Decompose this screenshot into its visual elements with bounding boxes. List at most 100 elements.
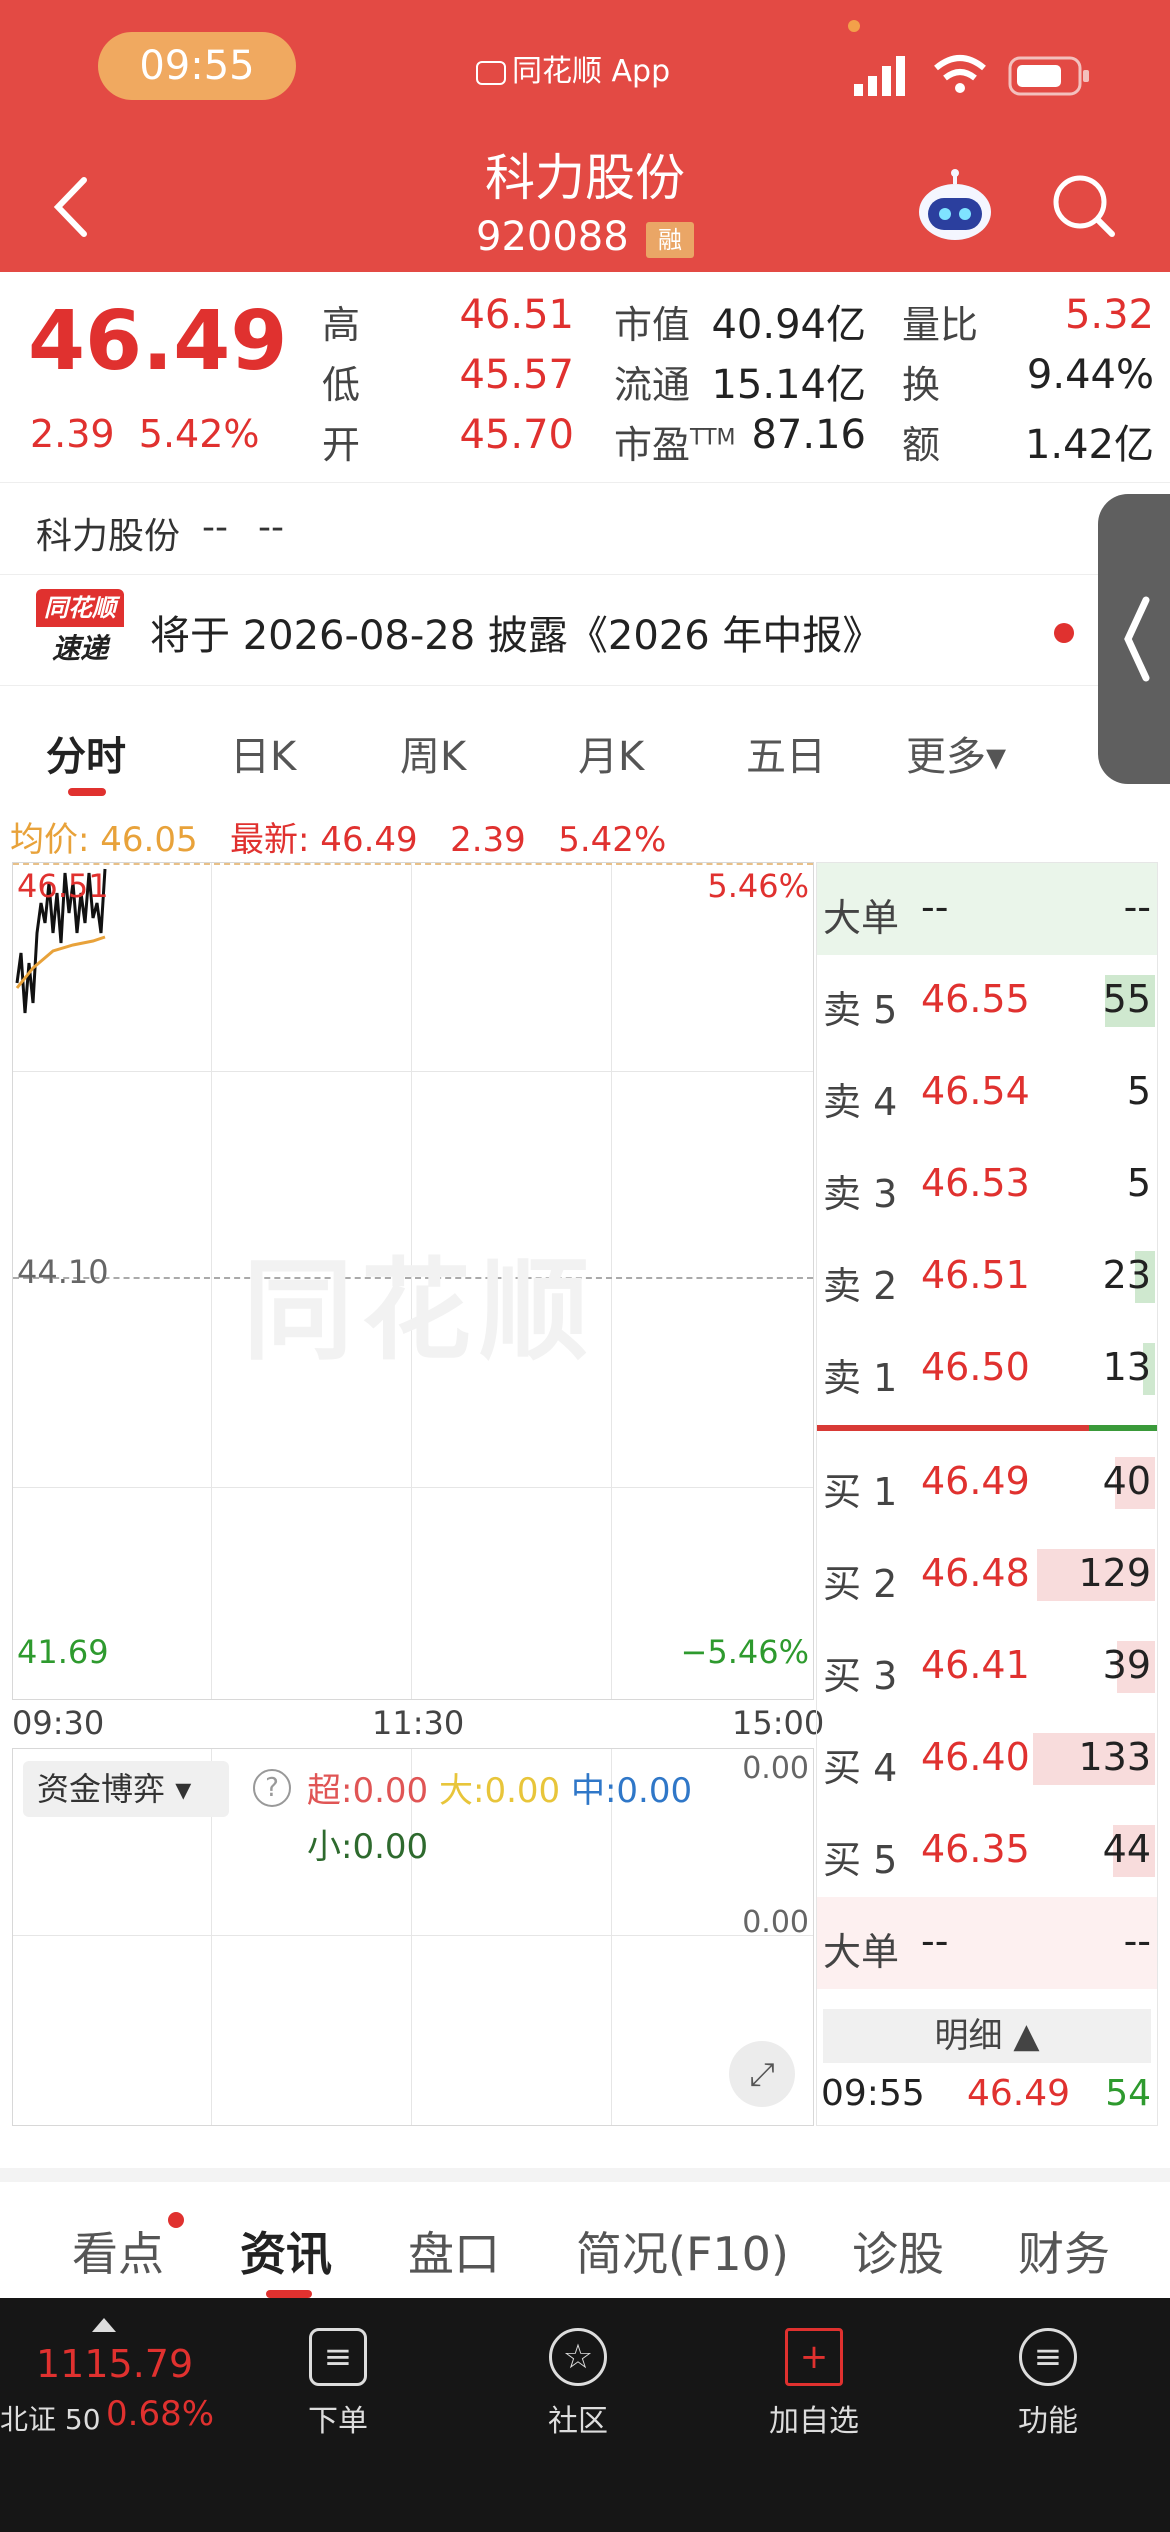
- trade-price: 46.49: [967, 2073, 1071, 2114]
- expand-icon[interactable]: ⤢: [729, 2041, 795, 2107]
- grid-line: [611, 863, 612, 1699]
- trade-volume: 54: [1105, 2073, 1151, 2114]
- tab-diagnosis[interactable]: 诊股: [852, 2218, 944, 2284]
- big-order-v2: --: [1123, 1919, 1151, 1963]
- watermark: 同花顺: [243, 1247, 597, 1375]
- trade-time: 09:55: [821, 2073, 925, 2114]
- ask-volume: 5: [1126, 1069, 1151, 1113]
- app-label-text: 同花顺 App: [512, 54, 671, 89]
- grid-line: [13, 1935, 813, 1936]
- ask-row-3[interactable]: 卖 3 46.53 5: [817, 1139, 1157, 1231]
- intraday-chart[interactable]: 同花顺 46.51 5.46% 44.10 41.69 −5.46%: [12, 862, 814, 1700]
- bid-volume: 44: [1102, 1827, 1151, 1871]
- fund-mid: 中:0.00: [570, 1771, 693, 1811]
- tab-daily-k[interactable]: 日K: [230, 724, 296, 782]
- ask-row-5[interactable]: 卖 5 46.55 55: [817, 955, 1157, 1047]
- tab-monthly-k[interactable]: 月K: [578, 724, 644, 782]
- bid-label: 买 2: [823, 1562, 898, 1606]
- app-mini-icon: [476, 60, 506, 85]
- bid-row-2[interactable]: 买 2 46.48 129: [817, 1529, 1157, 1621]
- ask-price: 46.54: [921, 1069, 1030, 1113]
- ask-row-1[interactable]: 卖 1 46.50 13: [817, 1323, 1157, 1415]
- related-row[interactable]: 科力股份 -- --: [0, 482, 1170, 574]
- high-dashed-line: [13, 863, 813, 865]
- mktcap-value: 40.94亿: [711, 302, 866, 348]
- fund-type-select[interactable]: 资金博弈 ▾: [23, 1761, 229, 1817]
- bid-row-1[interactable]: 买 1 46.49 40: [817, 1437, 1157, 1529]
- tab-orderbook[interactable]: 盘口: [408, 2218, 500, 2284]
- bid-row-4[interactable]: 买 4 46.40 133: [817, 1713, 1157, 1805]
- tab-active-indicator: [68, 788, 106, 796]
- tab-f10[interactable]: 简况(F10): [576, 2218, 789, 2284]
- fund-legend: 超:0.00 大:0.00 中:0.00: [307, 1763, 692, 1812]
- section-tabs: 看点 资讯 盘口 简况(F10) 诊股 财务: [0, 2168, 1170, 2298]
- bid-price: 46.48: [921, 1551, 1030, 1595]
- float-value: 15.14亿: [711, 362, 866, 408]
- bid-label: 买 5: [823, 1838, 898, 1882]
- float-label: 流通: [614, 363, 691, 407]
- order-button[interactable]: ≡ 下单: [258, 2328, 418, 2440]
- fund-axis-mid: 0.00: [742, 1905, 809, 1940]
- community-button[interactable]: ☆ 社区: [498, 2328, 658, 2440]
- turnover-value: 9.44%: [1026, 352, 1154, 398]
- fund-axis-top: 0.00: [742, 1751, 809, 1786]
- high-label: 高: [322, 303, 361, 347]
- search-icon[interactable]: [1050, 172, 1118, 240]
- pe-label-text: 市盈: [614, 423, 691, 467]
- big-order-v1: --: [921, 1919, 949, 1963]
- latest-price: 最新: 46.49: [230, 820, 418, 860]
- index-ticker[interactable]: 1115.79 北证 50 0.68%: [0, 2308, 214, 2438]
- fund-small: 小:0.00: [307, 1827, 429, 1867]
- functions-button[interactable]: ≡ 功能: [968, 2328, 1128, 2440]
- latest-change: 2.39: [450, 820, 526, 860]
- amount-label: 额: [902, 423, 941, 467]
- ask-strength-bar: [1089, 1425, 1157, 1431]
- news-unread-dot: [1054, 623, 1074, 643]
- robot-assistant-icon[interactable]: [914, 168, 996, 244]
- tab-weekly-k[interactable]: 周K: [400, 724, 466, 782]
- related-v2: --: [258, 507, 284, 548]
- change-pct: 5.42%: [138, 412, 260, 456]
- tab-five-day[interactable]: 五日: [746, 724, 826, 782]
- ask-row-2[interactable]: 卖 2 46.51 23: [817, 1231, 1157, 1323]
- tab-finance[interactable]: 财务: [1018, 2218, 1110, 2284]
- wifi-icon: [934, 55, 986, 93]
- high-value: 46.51: [459, 292, 574, 338]
- bid-row-5[interactable]: 买 5 46.35 44: [817, 1805, 1157, 1897]
- news-banner[interactable]: 同花顺 速递 将于 2026-08-28 披露《2026 年中报》: [0, 574, 1170, 686]
- signal-icon: [854, 56, 905, 96]
- bid-strength-bar: [817, 1425, 1089, 1431]
- ask-price: 46.51: [921, 1253, 1030, 1297]
- tab-more[interactable]: 更多▾: [906, 724, 1006, 782]
- tab-news[interactable]: 资讯: [240, 2218, 332, 2284]
- chart-bottom-right-label: −5.46%: [680, 1633, 809, 1671]
- grid-line: [13, 1071, 813, 1072]
- news-logo-bottom: 速递: [51, 632, 108, 665]
- bid-label: 买 3: [823, 1654, 898, 1698]
- battery-icon: [1008, 56, 1089, 96]
- community-label: 社区: [548, 2404, 608, 2439]
- add-watchlist-button[interactable]: + 加自选: [734, 2328, 894, 2440]
- ask-row-4[interactable]: 卖 4 46.54 5: [817, 1047, 1157, 1139]
- help-icon[interactable]: ?: [253, 1769, 291, 1807]
- related-name: 科力股份: [36, 516, 181, 557]
- fund-big: 大:0.00: [438, 1771, 561, 1811]
- bid-row-3[interactable]: 买 3 46.41 39: [817, 1621, 1157, 1713]
- pe-sup: TTM: [690, 425, 736, 451]
- status-app-label: 同花顺 App: [476, 46, 670, 90]
- grid-line: [211, 863, 212, 1699]
- section-tab-indicator: [266, 2290, 312, 2298]
- chart-mid-label: 44.10: [17, 1253, 109, 1291]
- index-name: 北证 50: [0, 2403, 101, 2436]
- pe-label: 市盈TTM: [614, 414, 736, 469]
- status-time: 09:55: [98, 32, 296, 100]
- tab-highlights[interactable]: 看点: [72, 2218, 164, 2284]
- latest-pct: 5.42%: [558, 820, 667, 860]
- bid-volume: 133: [1078, 1735, 1151, 1779]
- tab-intraday[interactable]: 分时: [46, 724, 126, 782]
- ask-price: 46.53: [921, 1161, 1030, 1205]
- open-label: 开: [322, 423, 361, 467]
- bottom-toolbar: 1115.79 北证 50 0.68% ≡ 下单 ☆ 社区 + 加自选 ≡ 功能: [0, 2298, 1170, 2532]
- detail-toggle[interactable]: 明细 ▲: [823, 2009, 1151, 2063]
- low-label: 低: [322, 363, 361, 407]
